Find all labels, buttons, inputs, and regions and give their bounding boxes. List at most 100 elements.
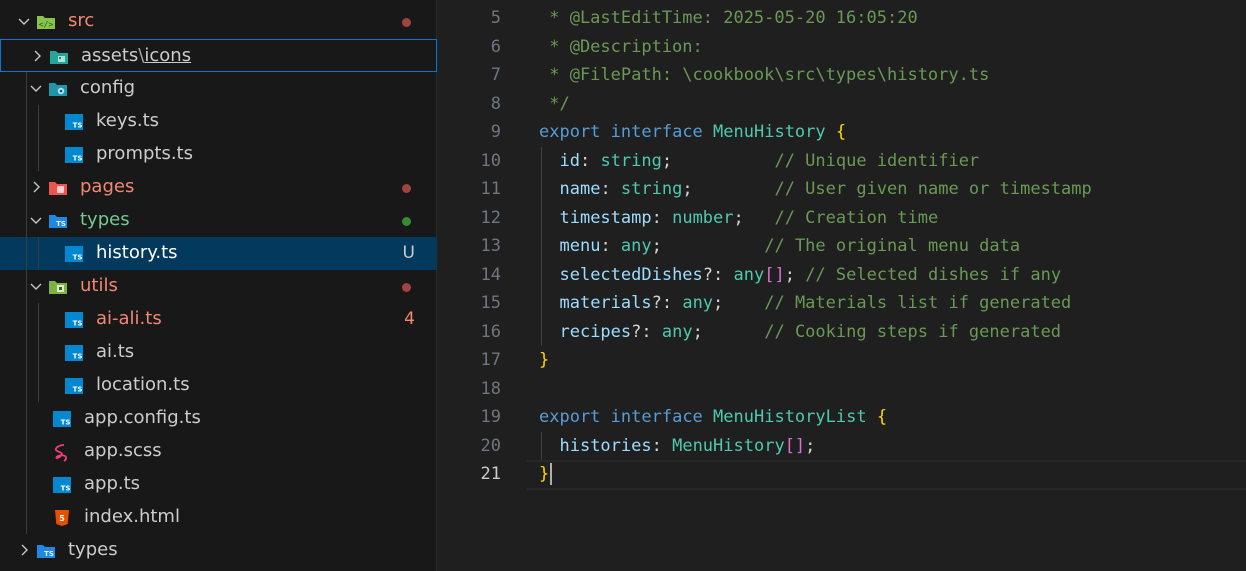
code-line[interactable]: 8 */ <box>437 90 1246 119</box>
file-row-history-ts[interactable]: TS history.ts U <box>0 237 437 270</box>
svg-text:TS: TS <box>56 220 66 228</box>
code-line[interactable]: 18 <box>437 375 1246 404</box>
code-line[interactable]: 14 selectedDishes?: any[]; // Selected d… <box>437 261 1246 290</box>
folder-row-utils[interactable]: utils <box>0 270 437 303</box>
typescript-file-icon: TS <box>64 343 84 363</box>
folder-row-types[interactable]: TS types <box>0 534 437 567</box>
folder-row-src[interactable]: </> src <box>0 5 437 38</box>
pages-folder-icon <box>48 178 68 198</box>
tree-item-label: app.scss <box>84 440 162 462</box>
code-text: */ <box>539 90 569 119</box>
compact-folder-segment[interactable]: icons <box>144 45 191 66</box>
code-line[interactable]: 13 menu: any; // The original menu data <box>437 232 1246 261</box>
tree-item-label: keys.ts <box>96 110 159 132</box>
chevron-down-icon[interactable] <box>28 212 44 228</box>
folder-row-pages[interactable]: pages <box>0 171 437 204</box>
code-editor[interactable]: 5 * @LastEditTime: 2025-05-20 16:05:20 6 … <box>437 0 1246 571</box>
code-line[interactable]: 17} <box>437 346 1246 375</box>
code-line[interactable]: 15 materials?: any; // Materials list if… <box>437 289 1246 318</box>
text-cursor <box>550 463 552 485</box>
code-token: recipes <box>559 321 632 342</box>
explorer-tree: </> src assets\icons config TS keys.ts TS promp… <box>0 0 437 571</box>
indent-guide <box>26 237 27 270</box>
line-number: 13 <box>480 236 501 256</box>
code-token: menu <box>559 236 601 256</box>
git-status-dot <box>402 283 411 292</box>
folder-row-types[interactable]: TS types <box>0 204 437 237</box>
code-token: ; <box>661 150 775 171</box>
code-line[interactable]: 9 export interface MenuHistory { <box>437 118 1246 147</box>
line-number: 6 <box>490 36 501 57</box>
typescript-file-icon: TS <box>64 244 84 264</box>
tree-item-name: pages <box>80 176 135 197</box>
code-line[interactable]: 5 * @LastEditTime: 2025-05-20 16:05:20 <box>437 4 1246 33</box>
line-number: 19 <box>480 407 501 427</box>
code-line[interactable]: 12 timestamp: number; // Creation time <box>437 204 1246 233</box>
folder-row-config[interactable]: config <box>0 72 437 105</box>
code-token: : <box>579 150 601 171</box>
code-line[interactable]: 6 * @Description: <box>437 33 1246 62</box>
svg-text:TS: TS <box>73 353 83 361</box>
code-token: : <box>651 435 673 456</box>
chevron-right-icon[interactable] <box>16 542 32 558</box>
code-token: ; <box>805 435 816 456</box>
code-line[interactable]: 21} <box>437 460 1246 490</box>
file-row-app-config-ts[interactable]: TS app.config.ts <box>0 402 437 435</box>
code-token: interface <box>610 407 703 427</box>
code-token: // Creation time <box>774 207 939 228</box>
indent-guide <box>26 72 27 105</box>
indent-guide <box>26 171 27 204</box>
indent-guide <box>38 105 39 138</box>
code-text: } <box>539 460 549 489</box>
indent-guide <box>38 237 39 270</box>
code-line[interactable]: 10 id: string; // Unique identifier <box>437 147 1246 176</box>
file-row-ai-ts[interactable]: TS ai.ts <box>0 336 437 369</box>
tree-item-name: ai-ali.ts <box>96 308 162 329</box>
line-number: 21 <box>480 464 501 484</box>
react-folder-icon: </> <box>36 12 56 32</box>
chevron-down-icon[interactable] <box>16 13 32 29</box>
file-row-keys-ts[interactable]: TS keys.ts <box>0 105 437 138</box>
tree-item-label: types <box>68 539 118 561</box>
code-line[interactable]: 11 name: string; // User given name or t… <box>437 175 1246 204</box>
file-row-prompts-ts[interactable]: TS prompts.ts <box>0 138 437 171</box>
chevron-right-icon[interactable] <box>29 48 45 64</box>
chevron-right-icon[interactable] <box>28 179 44 195</box>
chevron-down-icon[interactable] <box>28 278 44 294</box>
code-line[interactable]: 20 histories: MenuHistory[]; <box>437 432 1246 461</box>
svg-text:TS: TS <box>73 155 83 163</box>
code-token: materials <box>559 293 652 313</box>
code-token: : <box>600 236 621 256</box>
tree-item-name: keys.ts <box>96 110 160 131</box>
tree-item-name: types <box>68 539 118 560</box>
sass-file-icon <box>52 442 72 462</box>
line-number: 15 <box>480 293 501 313</box>
line-number: 7 <box>490 65 501 85</box>
code-token: histories <box>559 435 652 456</box>
code-line[interactable]: 19 export interface MenuHistoryList { <box>437 403 1246 432</box>
code-token: any <box>733 264 765 285</box>
file-row-app-ts[interactable]: TS app.ts <box>0 468 437 501</box>
tree-item-label: history.ts <box>96 242 178 264</box>
code-text: * @LastEditTime: 2025-05-20 16:05:20 <box>539 4 917 33</box>
code-line[interactable]: 16 recipes?: any; // Cooking steps if ge… <box>437 318 1246 347</box>
utils-folder-icon <box>48 277 68 297</box>
tree-item-label: pages <box>80 176 134 198</box>
file-row-index-html[interactable]: 5 index.html <box>0 501 437 534</box>
chevron-down-icon[interactable] <box>28 80 44 96</box>
file-row-app-scss[interactable]: app.scss <box>0 435 437 468</box>
file-row-ai-ali-ts[interactable]: TS ai-ali.ts 4 <box>0 303 437 336</box>
code-token: // Cooking steps if generated <box>764 321 1062 342</box>
folder-row-assets[interactable]: assets\icons <box>0 39 437 72</box>
file-row-location-ts[interactable]: TS location.ts <box>0 369 437 402</box>
code-token: { <box>876 407 888 427</box>
code-text: histories: MenuHistory[]; <box>539 432 815 461</box>
code-token: ; <box>682 179 775 199</box>
code-line[interactable]: 7 * @FilePath: \cookbook\src\types\histo… <box>437 61 1246 90</box>
